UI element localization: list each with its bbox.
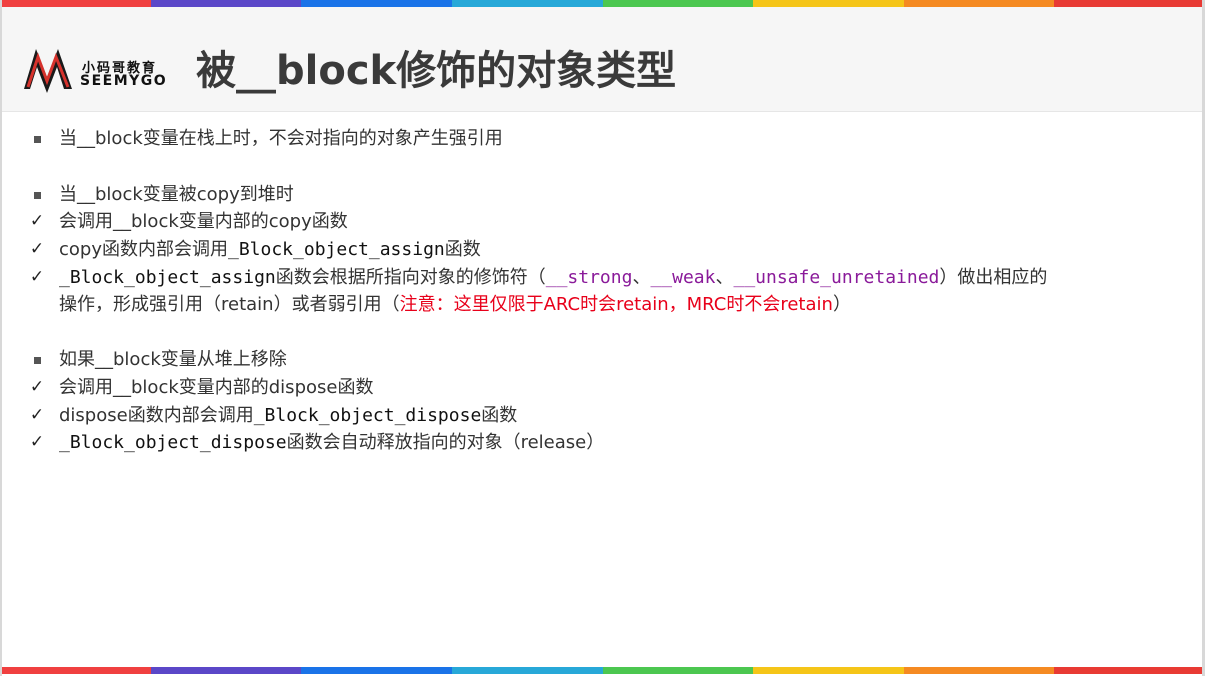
text-segment: ）	[832, 294, 851, 315]
square-bullet-icon	[27, 346, 47, 373]
text-segment: 函数会自动释放指向的对象（release）	[286, 432, 605, 453]
square-bullet-icon	[27, 181, 47, 208]
color-segment	[602, 0, 754, 7]
color-segment	[150, 667, 302, 674]
square-bullet-icon	[27, 125, 47, 152]
code-function-name: _Block_object_dispose	[59, 432, 287, 453]
checkmark-icon: ✓	[29, 211, 45, 231]
text-segment: 函数	[444, 239, 481, 260]
color-segment	[903, 0, 1055, 7]
bullet-text: 操作，形成强引用（retain）或者弱引用（注意：这里仅限于ARC时会retai…	[59, 291, 851, 318]
text-segment: 操作，形成强引用（retain）或者弱引用（	[59, 294, 400, 315]
text-segment: 函数	[481, 405, 518, 426]
code-function-name: _Block_object_assign	[59, 267, 276, 288]
top-color-bar	[0, 0, 1205, 7]
color-segment	[753, 667, 904, 674]
bullet-text: copy函数内部会调用_Block_object_assign函数	[59, 236, 481, 263]
bullet-text: 会调用__block变量内部的dispose函数	[59, 374, 373, 401]
color-segment	[753, 0, 904, 7]
text-segment: 如果__block变量从堆上移除	[59, 349, 287, 370]
color-segment	[0, 667, 151, 674]
logo-m-icon	[24, 49, 72, 93]
seemygo-logo: 小码哥教育 SEEMYGO	[22, 43, 182, 97]
bullet-text: _Block_object_dispose函数会自动释放指向的对象（releas…	[59, 429, 604, 456]
color-segment	[451, 667, 603, 674]
text-segment: 、	[715, 267, 734, 288]
text-segment: 当__block变量在栈上时，不会对指向的对象产生强引用	[59, 128, 503, 149]
text-segment: 函数会根据所指向对象的修饰符（	[275, 267, 546, 288]
note-text: 注意：这里仅限于ARC时会retain，MRC时不会retain	[399, 294, 833, 315]
color-segment	[301, 0, 452, 7]
code-function-name: _Block_object_dispose	[253, 405, 482, 426]
color-segment	[1054, 667, 1205, 674]
bullet-text: 当__block变量被copy到堆时	[59, 181, 294, 208]
checkmark-icon: ✓	[29, 267, 45, 287]
text-segment: copy函数内部会调用	[59, 239, 228, 260]
color-segment	[903, 667, 1055, 674]
text-segment: 会调用__block变量内部的dispose函数	[59, 377, 374, 398]
checkmark-icon: ✓	[29, 405, 45, 425]
color-segment	[602, 667, 754, 674]
text-segment: 、	[632, 267, 651, 288]
color-segment	[301, 667, 452, 674]
slide-title: 被__block修饰的对象类型	[196, 48, 677, 94]
ownership-qualifier: __weak	[650, 267, 716, 288]
bullet-text: 会调用__block变量内部的copy函数	[59, 208, 348, 235]
logo-english-text: SEEMYGO	[80, 73, 168, 89]
text-segment: dispose函数内部会调用	[59, 405, 254, 426]
ownership-qualifier: __unsafe_unretained	[733, 267, 940, 288]
text-segment: 当__block变量被copy到堆时	[59, 184, 294, 205]
checkmark-icon: ✓	[29, 432, 45, 452]
bullet-text: _Block_object_assign函数会根据所指向对象的修饰符（__str…	[59, 264, 1047, 291]
color-segment	[451, 0, 603, 7]
code-function-name: _Block_object_assign	[228, 239, 445, 260]
checkmark-icon: ✓	[29, 239, 45, 259]
slide-header: 小码哥教育 SEEMYGO 被__block修饰的对象类型	[2, 7, 1202, 112]
bullet-text: dispose函数内部会调用_Block_object_dispose函数	[59, 402, 517, 429]
color-segment	[150, 0, 302, 7]
bullet-text: 如果__block变量从堆上移除	[59, 346, 287, 373]
color-segment	[1054, 0, 1205, 7]
ownership-qualifier: __strong	[545, 267, 633, 288]
text-segment: ）做出相应的	[939, 267, 1048, 288]
color-segment	[0, 0, 151, 7]
bottom-color-bar	[0, 667, 1205, 674]
bullet-text: 当__block变量在栈上时，不会对指向的对象产生强引用	[59, 125, 503, 152]
text-segment: 会调用__block变量内部的copy函数	[59, 211, 348, 232]
checkmark-icon: ✓	[29, 377, 45, 397]
